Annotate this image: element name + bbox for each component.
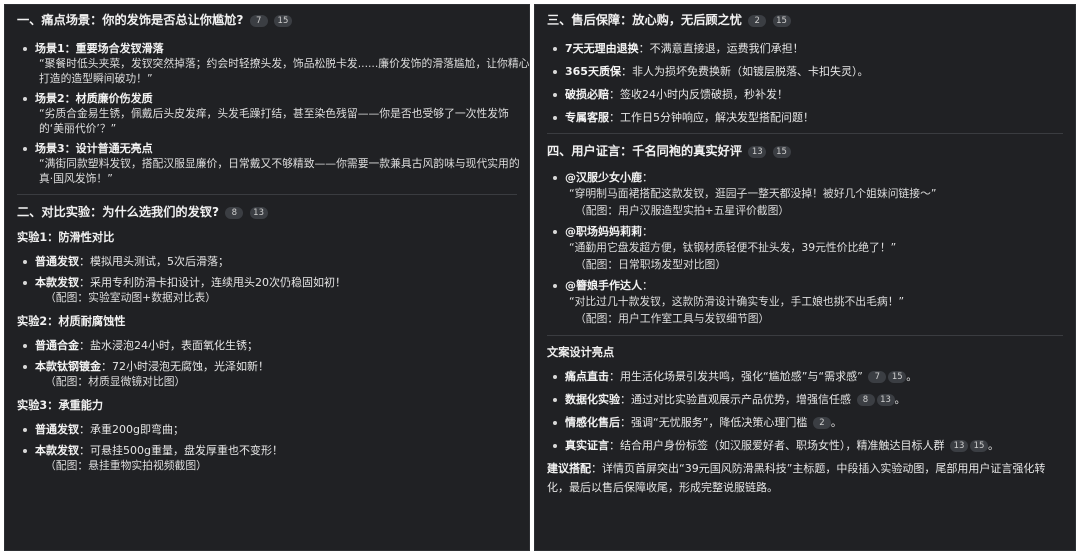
citation-badge[interactable]: 13 — [748, 146, 767, 158]
citation-badge[interactable]: 2 — [748, 15, 767, 27]
list-item: 本款钛钢镀金：72小时浸泡无腐蚀，光泽如新！ — [17, 359, 517, 374]
divider — [17, 194, 517, 195]
screenshot: 一、痛点场景：你的发饰是否总让你尴尬? 7 15 场景1：重要场合发钗滑落 “聚… — [0, 0, 1080, 560]
section-1-title-text: 一、痛点场景：你的发饰是否总让你尴尬? — [17, 13, 244, 27]
guarantee-list: 7天无理由退换：不满意直接退，运费我们承担！ 365天质保：非人为损坏免费换新（… — [547, 41, 1063, 125]
scenario-quote: 打造的造型瞬间破功！” — [39, 72, 153, 85]
list-item: @汉服少女小鹿： — [547, 170, 1063, 185]
list-item: 本款发钗：可悬挂500g重量，盘发厚重也不变形！ — [17, 443, 517, 458]
citation-badge[interactable]: 13 — [249, 207, 268, 219]
divider — [547, 335, 1063, 336]
section-3-title: 三、售后保障：放心购，无后顾之忧 2 15 — [547, 11, 1063, 29]
citation-badge[interactable]: 8 — [856, 394, 875, 406]
list-item: 场景1：重要场合发钗滑落 — [17, 41, 517, 56]
list-item: 场景2：材质廉价伤发质 — [17, 91, 517, 106]
citation-badge[interactable]: 7 — [868, 371, 887, 383]
citation-badge[interactable]: 15 — [772, 146, 791, 158]
image-note: （配图：用户工作室工具与发钗细节图） — [575, 312, 770, 325]
testimonial-quote: “通勤用它盘发超方便，钛钢材质轻便不扯头发，39元性价比绝了！” — [569, 241, 897, 254]
list-item: 真实证言：结合用户身份标签（如汉服爱好者、职场女性），精准触达目标人群 13 15… — [547, 438, 1063, 453]
testimonial-quote: “对比过几十款发钗，这款防滑设计确实专业，手工娘也挑不出毛病！” — [569, 295, 905, 308]
section-4-title: 四、用户证言：千名同袍的真实好评 13 15 — [547, 142, 1063, 160]
image-note: （配图：实验室动图+数据对比表） — [45, 291, 216, 304]
citation-badge[interactable]: 15 — [772, 15, 791, 27]
scenario-quote: 的‘美丽代价’？” — [39, 122, 117, 135]
left-panel: 一、痛点场景：你的发饰是否总让你尴尬? 7 15 场景1：重要场合发钗滑落 “聚… — [4, 4, 530, 551]
scenario-quote: “满街同款塑料发钗，搭配汉服显廉价，日常戴又不够精致——你需要一款兼具古风韵味与… — [39, 157, 520, 170]
image-note: （配图：日常职场发型对比图） — [575, 258, 727, 271]
list-item: 痛点直击：用生活化场景引发共鸣，强化“尴尬感”与“需求感” 7 15。 — [547, 369, 1063, 384]
scenario-list: 场景1：重要场合发钗滑落 — [17, 41, 517, 56]
section-4-title-text: 四、用户证言：千名同袍的真实好评 — [547, 144, 742, 158]
list-item: 365天质保：非人为损坏免费换新（如镀层脱落、卡扣失灵）。 — [547, 64, 1063, 79]
testimonial-quote: “穿明制马面裙搭配这款发钗，逛园子一整天都没掉！被好几个姐妹问链接～” — [569, 187, 937, 200]
experiment-3-title: 实验3：承重能力 — [17, 399, 104, 412]
right-panel: 三、售后保障：放心购，无后顾之忧 2 15 7天无理由退换：不满意直接退，运费我… — [534, 4, 1076, 551]
citation-badge[interactable]: 15 — [970, 440, 988, 452]
scenario-quote: “聚餐时低头夹菜，发钗突然掉落；约会时轻撩头发，饰品松脱卡发......廉价发饰… — [39, 57, 530, 70]
citation-badge[interactable]: 15 — [273, 15, 292, 27]
image-note: （配图：用户汉服造型实拍+五星评价截图） — [575, 204, 790, 217]
section-2-title-text: 二、对比实验：为什么选我们的发钗? — [17, 205, 220, 219]
image-note: （配图：悬挂重物实拍视频截图） — [45, 459, 207, 472]
list-item: @职场妈妈莉莉： — [547, 224, 1063, 239]
section-5-title: 文案设计亮点 — [547, 346, 615, 359]
scenario-quote: 真·国风发饰！” — [39, 172, 113, 185]
citation-badge[interactable]: 13 — [950, 440, 968, 452]
suggestion-paragraph-line2: 化，最后以售后保障收尾，形成完整说服链路。 — [547, 481, 778, 494]
divider — [547, 133, 1063, 134]
list-item: 专属客服：工作日5分钟响应，解决发型搭配问题！ — [547, 110, 1063, 125]
image-note: （配图：材质显微镜对比图） — [45, 375, 186, 388]
list-item: 普通发钗：模拟甩头测试，5次后滑落； — [17, 254, 517, 269]
experiment-2-title: 实验2：材质耐腐蚀性 — [17, 315, 126, 328]
citation-badge[interactable]: 7 — [249, 15, 268, 27]
suggestion-paragraph: 建议搭配：详情页首屏突出“39元国风防滑黑科技”主标题，中段插入实验动图，尾部用… — [547, 462, 1046, 475]
list-item: 情感化售后：强调“无忧服务”，降低决策心理门槛 2。 — [547, 415, 1063, 430]
list-item: 普通发钗：承重200g即弯曲； — [17, 422, 517, 437]
highlight-list: 痛点直击：用生活化场景引发共鸣，强化“尴尬感”与“需求感” 7 15。 数据化实验… — [547, 369, 1063, 453]
list-item: 本款发钗：采用专利防滑卡扣设计，连续甩头20次仍稳固如初！ — [17, 275, 517, 290]
section-1-title: 一、痛点场景：你的发饰是否总让你尴尬? 7 15 — [17, 11, 517, 29]
citation-badge[interactable]: 15 — [888, 371, 907, 383]
list-item: 场景3：设计普通无亮点 — [17, 141, 517, 156]
citation-badge[interactable]: 13 — [876, 394, 895, 406]
citation-badge[interactable]: 8 — [225, 207, 244, 219]
section-3-title-text: 三、售后保障：放心购，无后顾之忧 — [547, 13, 742, 27]
section-2-title: 二、对比实验：为什么选我们的发钗? 8 13 — [17, 203, 517, 221]
scenario-quote: “劣质合金易生锈，佩戴后头皮发痒，头发毛躁打结，甚至染色残留——你是否也受够了一… — [39, 107, 509, 120]
list-item: @簪娘手作达人： — [547, 278, 1063, 293]
list-item: 普通合金：盐水浸泡24小时，表面氧化生锈； — [17, 338, 517, 353]
list-item: 7天无理由退换：不满意直接退，运费我们承担！ — [547, 41, 1063, 56]
list-item: 破损必赔：签收24小时内反馈破损，秒补发！ — [547, 87, 1063, 102]
list-item: 数据化实验：通过对比实验直观展示产品优势，增强信任感 8 13。 — [547, 392, 1063, 407]
citation-badge[interactable]: 2 — [812, 417, 831, 429]
experiment-1-title: 实验1：防滑性对比 — [17, 231, 115, 244]
